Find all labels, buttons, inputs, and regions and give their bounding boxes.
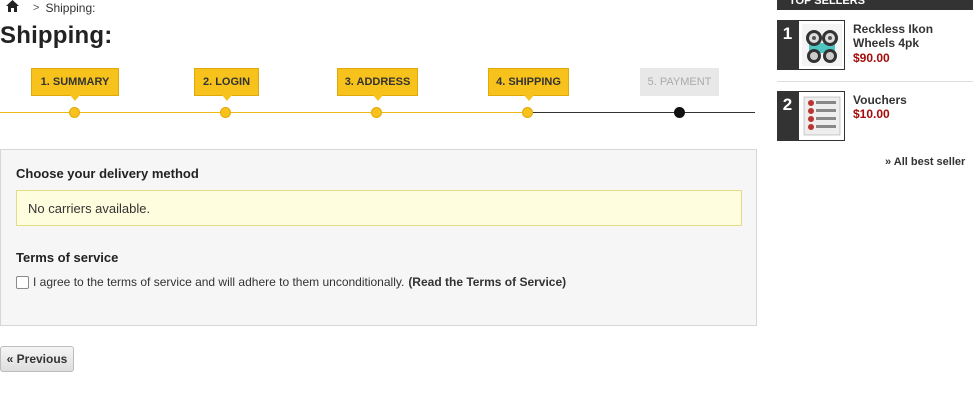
all-best-sellers-link[interactable]: » All best seller xyxy=(885,156,965,168)
home-icon[interactable] xyxy=(6,0,19,12)
page-title: Shipping: xyxy=(0,22,113,49)
seller-rank: 2 xyxy=(777,91,798,141)
step-summary[interactable]: 1. SUMMARY xyxy=(31,68,119,101)
step-payment: 5. PAYMENT xyxy=(640,68,719,96)
seller-rank: 1 xyxy=(777,20,798,70)
read-terms-link[interactable]: (Read the Terms of Service) xyxy=(408,275,566,289)
step-dot-payment xyxy=(674,107,685,118)
terms-heading: Terms of service xyxy=(16,250,119,265)
voucher-product-icon[interactable] xyxy=(798,91,845,141)
step-login[interactable]: 2. LOGIN xyxy=(194,68,259,101)
delivery-heading: Choose your delivery method xyxy=(16,166,199,181)
top-seller-item[interactable]: 1 Reckless Ikon Wheels 4pk $90.00 xyxy=(777,20,973,72)
breadcrumb-current: Shipping: xyxy=(45,1,96,15)
step-dot-login xyxy=(220,107,231,118)
no-carriers-warning: No carriers available. xyxy=(16,190,742,226)
step-shipping[interactable]: 4. SHIPPING xyxy=(488,68,569,101)
terms-row: I agree to the terms of service and will… xyxy=(16,275,566,289)
top-seller-item[interactable]: 2 Vouchers $10.00 xyxy=(777,91,973,143)
step-address[interactable]: 3. ADDRESS xyxy=(337,68,418,101)
terms-agree-label[interactable]: I agree to the terms of service and will… xyxy=(33,275,404,289)
wheels-product-icon[interactable] xyxy=(798,20,845,70)
seller-divider xyxy=(777,81,973,82)
seller-price: $90.00 xyxy=(853,51,890,65)
delivery-panel: Choose your delivery method No carriers … xyxy=(0,149,757,326)
terms-checkbox[interactable] xyxy=(16,275,29,289)
progress-line-pending xyxy=(528,112,755,113)
seller-price: $10.00 xyxy=(853,107,890,121)
seller-name[interactable]: Vouchers xyxy=(853,93,963,107)
breadcrumb-separator: > xyxy=(33,2,40,14)
breadcrumb: > Shipping: xyxy=(6,0,95,16)
step-dot-shipping xyxy=(522,107,533,118)
top-sellers-header: TOP SELLERS xyxy=(777,0,973,10)
seller-name[interactable]: Reckless Ikon Wheels 4pk xyxy=(853,22,963,50)
previous-button[interactable]: « Previous xyxy=(0,346,74,372)
checkout-steps: 1. SUMMARY 2. LOGIN 3. ADDRESS 4. SHIPPI… xyxy=(0,68,756,124)
step-dot-address xyxy=(371,107,382,118)
step-dot-summary xyxy=(69,107,80,118)
